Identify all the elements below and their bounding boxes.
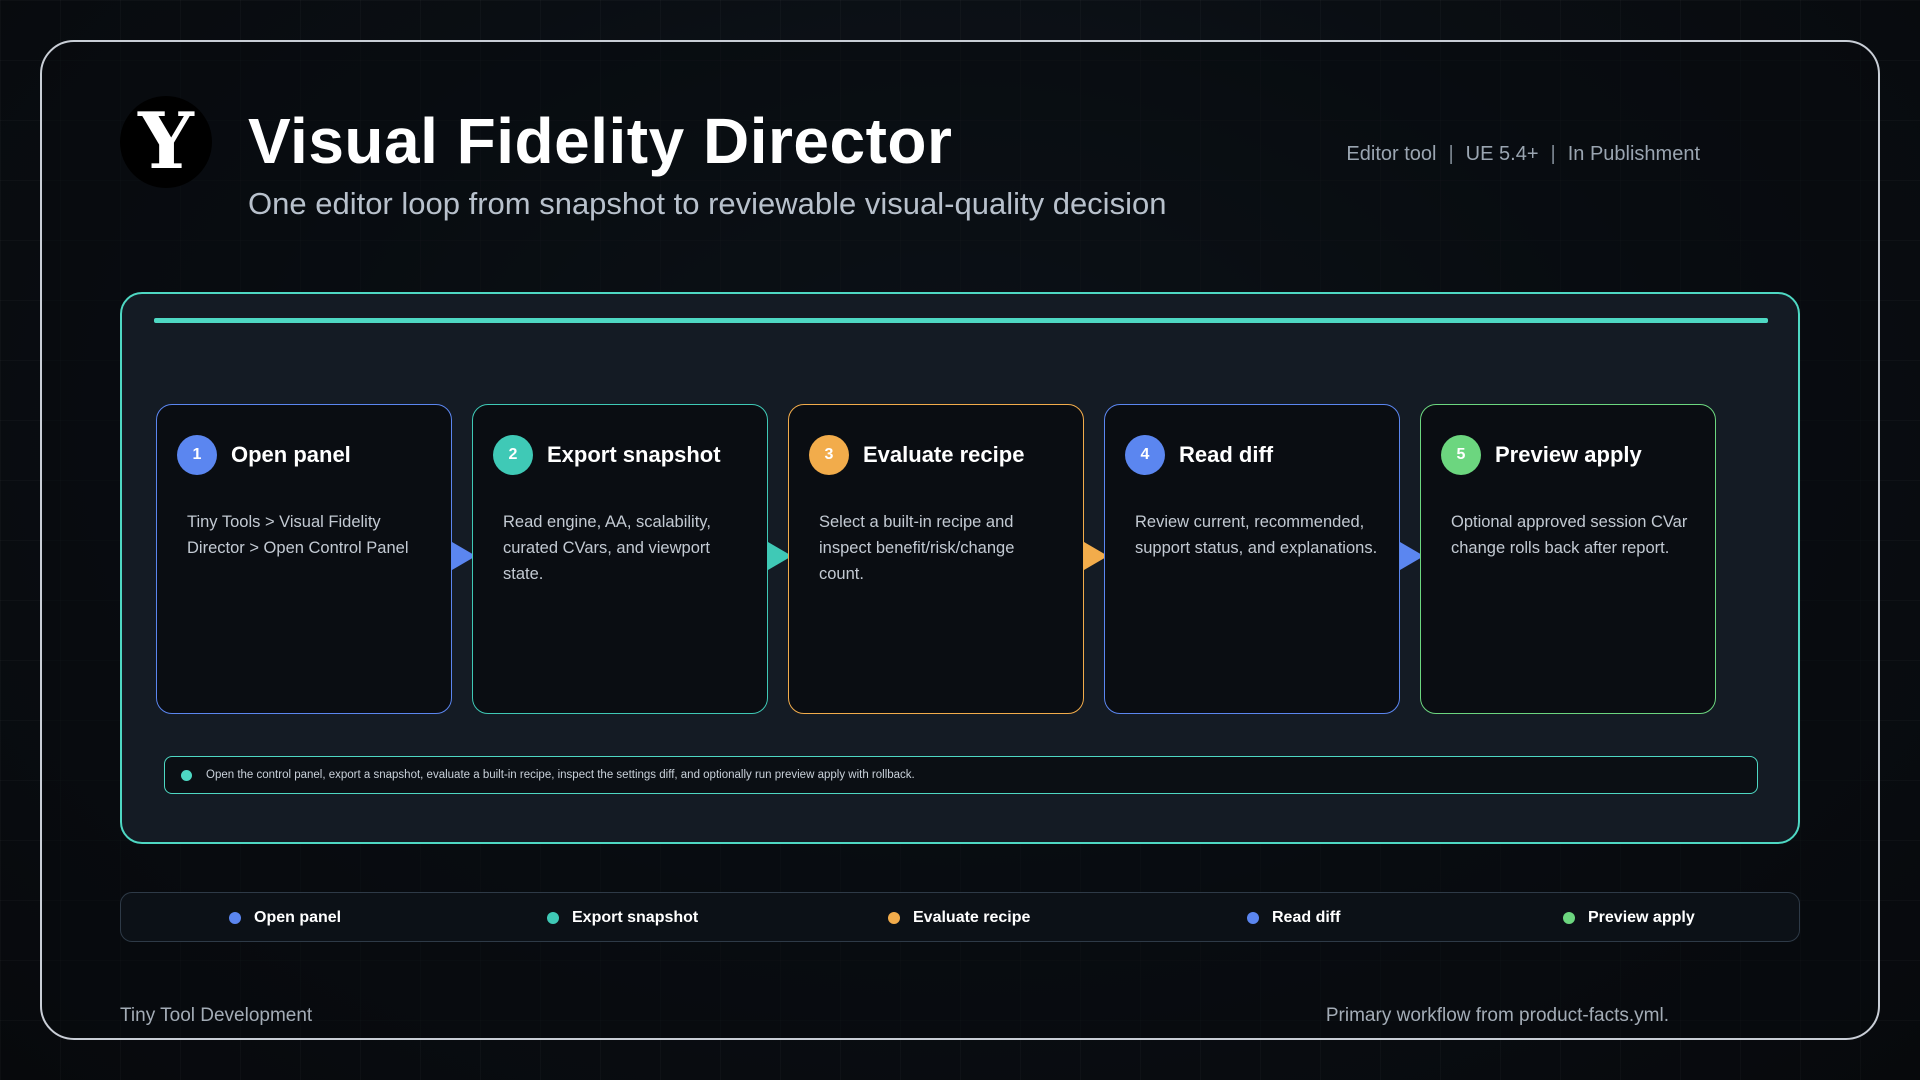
page-title: Visual Fidelity Director: [248, 105, 953, 177]
step-title: Read diff: [1179, 442, 1274, 467]
workflow-summary-note: Open the control panel, export a snapsho…: [164, 756, 1758, 794]
legend-item: Evaluate recipe: [888, 893, 1030, 943]
step-title: Preview apply: [1495, 442, 1642, 467]
step-description: Optional approved session CVar change ro…: [1451, 513, 1688, 557]
meta-engine-version: UE 5.4+: [1465, 143, 1539, 165]
legend-dot-icon: [547, 912, 559, 924]
step-card-read-diff: 4 Read diff Review current, recommended,…: [1104, 404, 1400, 714]
meta-separator: |: [1448, 143, 1454, 165]
step-description: Review current, recommended, support sta…: [1135, 513, 1378, 557]
step-number-badge: 1: [177, 435, 217, 475]
legend-label: Preview apply: [1588, 909, 1695, 926]
legend-item: Preview apply: [1563, 893, 1695, 943]
meta-status: In Publishment: [1567, 143, 1700, 165]
legend-label: Read diff: [1272, 909, 1341, 926]
step-description: Tiny Tools > Visual Fidelity Director > …: [187, 513, 409, 557]
legend-dot-icon: [888, 912, 900, 924]
legend-bar: Open panel Export snapshot Evaluate reci…: [120, 892, 1800, 942]
step-card-preview-apply: 5 Preview apply Optional approved sessio…: [1420, 404, 1716, 714]
workflow-panel: 1 Open panel Tiny Tools > Visual Fidelit…: [120, 292, 1800, 844]
footer-right-text: Primary workflow from product-facts.yml.: [1325, 1005, 1669, 1026]
note-bullet-icon: [181, 769, 192, 781]
step-number-badge: 5: [1441, 435, 1481, 475]
legend-label: Open panel: [254, 909, 342, 926]
step-title: Open panel: [231, 442, 351, 467]
logo-icon: Y: [120, 96, 212, 188]
meta-info: Editor tool | UE 5.4+ | In Publishment: [1346, 143, 1700, 166]
page-subtitle: One editor loop from snapshot to reviewa…: [248, 186, 1167, 221]
legend-item: Open panel: [229, 893, 341, 943]
meta-tool-type: Editor tool: [1346, 143, 1437, 165]
panel-accent-line: [154, 318, 1768, 323]
footer-left-text: Tiny Tool Development: [120, 1005, 313, 1026]
legend-dot-icon: [1247, 912, 1259, 924]
legend-dot-icon: [1563, 912, 1575, 924]
legend-label: Export snapshot: [572, 909, 699, 926]
step-description: Read engine, AA, scalability, curated CV…: [503, 513, 711, 583]
step-card-evaluate-recipe: 3 Evaluate recipe Select a built-in reci…: [788, 404, 1084, 714]
legend-label: Evaluate recipe: [913, 909, 1031, 926]
meta-separator: |: [1550, 143, 1556, 165]
step-card-export-snapshot: 2 Export snapshot Read engine, AA, scala…: [472, 404, 768, 714]
step-title: Export snapshot: [547, 442, 721, 467]
legend-item: Read diff: [1247, 893, 1340, 943]
step-card-open-panel: 1 Open panel Tiny Tools > Visual Fidelit…: [156, 404, 452, 714]
step-number-badge: 2: [493, 435, 533, 475]
step-number-badge: 4: [1125, 435, 1165, 475]
step-number-badge: 3: [809, 435, 849, 475]
step-title: Evaluate recipe: [863, 442, 1025, 467]
note-text: Open the control panel, export a snapsho…: [206, 769, 915, 781]
step-description: Select a built-in recipe and inspect ben…: [819, 513, 1015, 583]
legend-dot-icon: [229, 912, 241, 924]
legend-item: Export snapshot: [547, 893, 698, 943]
